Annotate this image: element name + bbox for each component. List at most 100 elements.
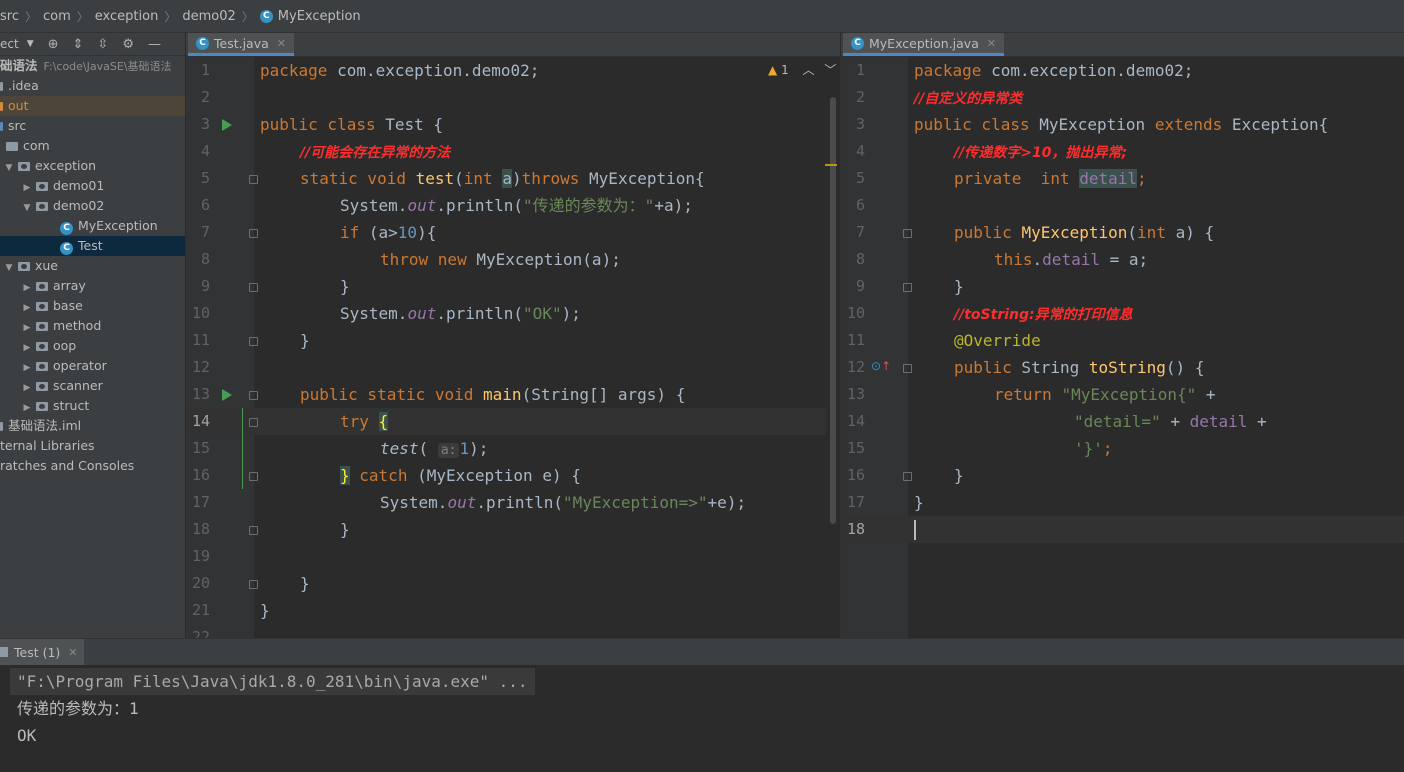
code-line-4: //可能会存在异常的方法 <box>300 145 451 161</box>
line-number: 16 <box>846 466 865 484</box>
code-line-6: System.out.println("传递的参数为："+a); <box>340 196 693 215</box>
line-number: 4 <box>855 142 865 160</box>
tree-item-root[interactable]: 础语法 F:\code\JavaSE\基础语法 <box>0 56 185 76</box>
close-icon[interactable]: ✕ <box>987 37 996 50</box>
chevron-right-icon[interactable]: ▶ <box>22 178 32 198</box>
code-line-1: package com.exception.demo02; <box>914 61 1194 80</box>
breadcrumb-exception[interactable]: exception <box>95 9 159 24</box>
line-number: 8 <box>200 250 210 268</box>
line-number: 9 <box>200 277 210 295</box>
package-icon <box>6 142 18 151</box>
chevron-up-icon[interactable]: ︿ <box>803 63 815 77</box>
tab-test-java[interactable]: C Test.java ✕ <box>188 33 294 56</box>
tree-item-src[interactable]: src <box>0 116 185 136</box>
tree-item-com[interactable]: com <box>0 136 185 156</box>
breadcrumb-com[interactable]: com <box>43 9 71 24</box>
tree-item-scratches[interactable]: ratches and Consoles <box>0 456 185 476</box>
chevron-right-icon[interactable]: ▶ <box>22 318 32 338</box>
project-view-label[interactable]: ect <box>0 37 19 51</box>
line-number: 22 <box>191 628 210 638</box>
tree-item-label: exception <box>34 158 97 173</box>
tree-item-label: Test <box>78 238 103 253</box>
fold-icon[interactable] <box>249 337 258 346</box>
tree-item-iml[interactable]: 基础语法.iml <box>0 416 185 436</box>
tree-item-oop[interactable]: ▶ oop <box>0 336 185 358</box>
tree-item-operator[interactable]: ▶ operator <box>0 356 185 378</box>
warning-icon: ▲ <box>768 63 778 77</box>
right-editor[interactable]: 1 2 3 4 5 6 7 8 9 10 11 12 13 14 15 16 17 18 ⊙↑ package c… <box>840 57 1404 638</box>
code-line-8: this.detail = a; <box>994 250 1149 269</box>
tab-label: Test (1) <box>14 644 61 660</box>
tree-item-label: scanner <box>52 378 103 393</box>
warning-indicator[interactable]: ▲ 1 ︿ ﹀ <box>768 60 836 80</box>
fold-icon[interactable] <box>249 283 258 292</box>
fold-icon[interactable] <box>249 580 258 589</box>
chevron-right-icon[interactable]: ▶ <box>22 398 32 418</box>
code-line-17: } <box>914 493 924 512</box>
fold-icon[interactable] <box>249 175 258 184</box>
run-main-icon[interactable] <box>222 389 232 401</box>
code-line-18: } <box>340 520 350 539</box>
fold-icon[interactable] <box>903 283 912 292</box>
chevron-down-icon[interactable]: ▼ <box>27 39 34 49</box>
current-line-highlight <box>186 408 826 435</box>
tree-item-myexception[interactable]: C MyException <box>0 216 185 236</box>
chevron-right-icon[interactable]: ▶ <box>22 338 32 358</box>
locate-icon[interactable]: ⊕ <box>48 37 59 52</box>
chevron-right-icon[interactable]: ▶ <box>22 378 32 398</box>
fold-icon[interactable] <box>903 364 912 373</box>
tree-item-demo02[interactable]: ▼ demo02 <box>0 196 185 218</box>
expand-all-icon[interactable]: ⇕ <box>73 37 84 52</box>
chevron-right-icon: 〉 <box>76 9 89 24</box>
tab-run-test[interactable]: Test (1) ✕ <box>0 639 84 665</box>
tree-item-method[interactable]: ▶ method <box>0 316 185 338</box>
line-number: 12 <box>846 358 865 376</box>
close-icon[interactable]: ✕ <box>277 37 286 50</box>
chevron-right-icon[interactable]: ▶ <box>22 278 32 298</box>
fold-icon[interactable] <box>903 472 912 481</box>
minimize-icon[interactable]: — <box>148 37 161 52</box>
tab-myexception-java[interactable]: C MyException.java ✕ <box>843 33 1005 56</box>
gear-icon[interactable]: ⚙ <box>122 37 134 52</box>
warning-stripe[interactable] <box>825 164 837 166</box>
chevron-right-icon[interactable]: ▶ <box>22 298 32 318</box>
fold-icon[interactable] <box>249 418 258 427</box>
breadcrumb-myexception[interactable]: C MyException <box>259 9 361 24</box>
chevron-down-icon[interactable]: ﹀ <box>824 63 836 77</box>
chevron-down-icon[interactable]: ▼ <box>4 158 14 178</box>
tree-item-external-libraries[interactable]: ternal Libraries <box>0 436 185 456</box>
code-line-9: } <box>340 277 350 296</box>
chevron-down-icon[interactable]: ▼ <box>22 198 32 218</box>
tree-item-base[interactable]: ▶ base <box>0 296 185 318</box>
fold-icon[interactable] <box>249 526 258 535</box>
tree-item-path: F:\code\JavaSE\基础语法 <box>43 60 172 73</box>
tree-item-demo01[interactable]: ▶ demo01 <box>0 176 185 198</box>
line-number: 18 <box>191 520 210 538</box>
chevron-down-icon[interactable]: ▼ <box>4 258 14 278</box>
chevron-right-icon[interactable]: ▶ <box>22 358 32 378</box>
breadcrumb-src[interactable]: src <box>0 9 19 24</box>
code-line-11: @Override <box>954 331 1041 350</box>
fold-icon[interactable] <box>249 472 258 481</box>
left-editor[interactable]: 1 2 3 4 5 6 7 8 9 10 11 12 13 14 15 16 17 18 19 20 21 22 ▲ 1 … <box>186 57 840 638</box>
fold-icon[interactable] <box>249 229 258 238</box>
tree-item-xue[interactable]: ▼ xue <box>0 256 185 278</box>
fold-icon[interactable] <box>249 391 258 400</box>
fold-icon[interactable] <box>903 229 912 238</box>
close-icon[interactable]: ✕ <box>68 646 77 659</box>
tree-item-exception[interactable]: ▼ exception <box>0 156 185 178</box>
tree-item-test[interactable]: C Test <box>0 236 185 256</box>
tree-item-struct[interactable]: ▶ struct <box>0 396 185 418</box>
tree-item-scanner[interactable]: ▶ scanner <box>0 376 185 398</box>
collapse-all-icon[interactable]: ⇳ <box>97 37 108 52</box>
vertical-scrollbar[interactable] <box>830 97 836 524</box>
tree-item-label: out <box>8 98 29 113</box>
breadcrumb-demo02[interactable]: demo02 <box>182 9 235 24</box>
package-icon <box>35 182 48 191</box>
tree-item-label: array <box>52 278 86 293</box>
tree-item-out[interactable]: out <box>0 96 185 116</box>
override-icon[interactable]: ⊙↑ <box>871 359 891 373</box>
run-class-icon[interactable] <box>222 119 232 131</box>
tree-item-idea[interactable]: .idea <box>0 76 185 96</box>
tree-item-array[interactable]: ▶ array <box>0 276 185 298</box>
